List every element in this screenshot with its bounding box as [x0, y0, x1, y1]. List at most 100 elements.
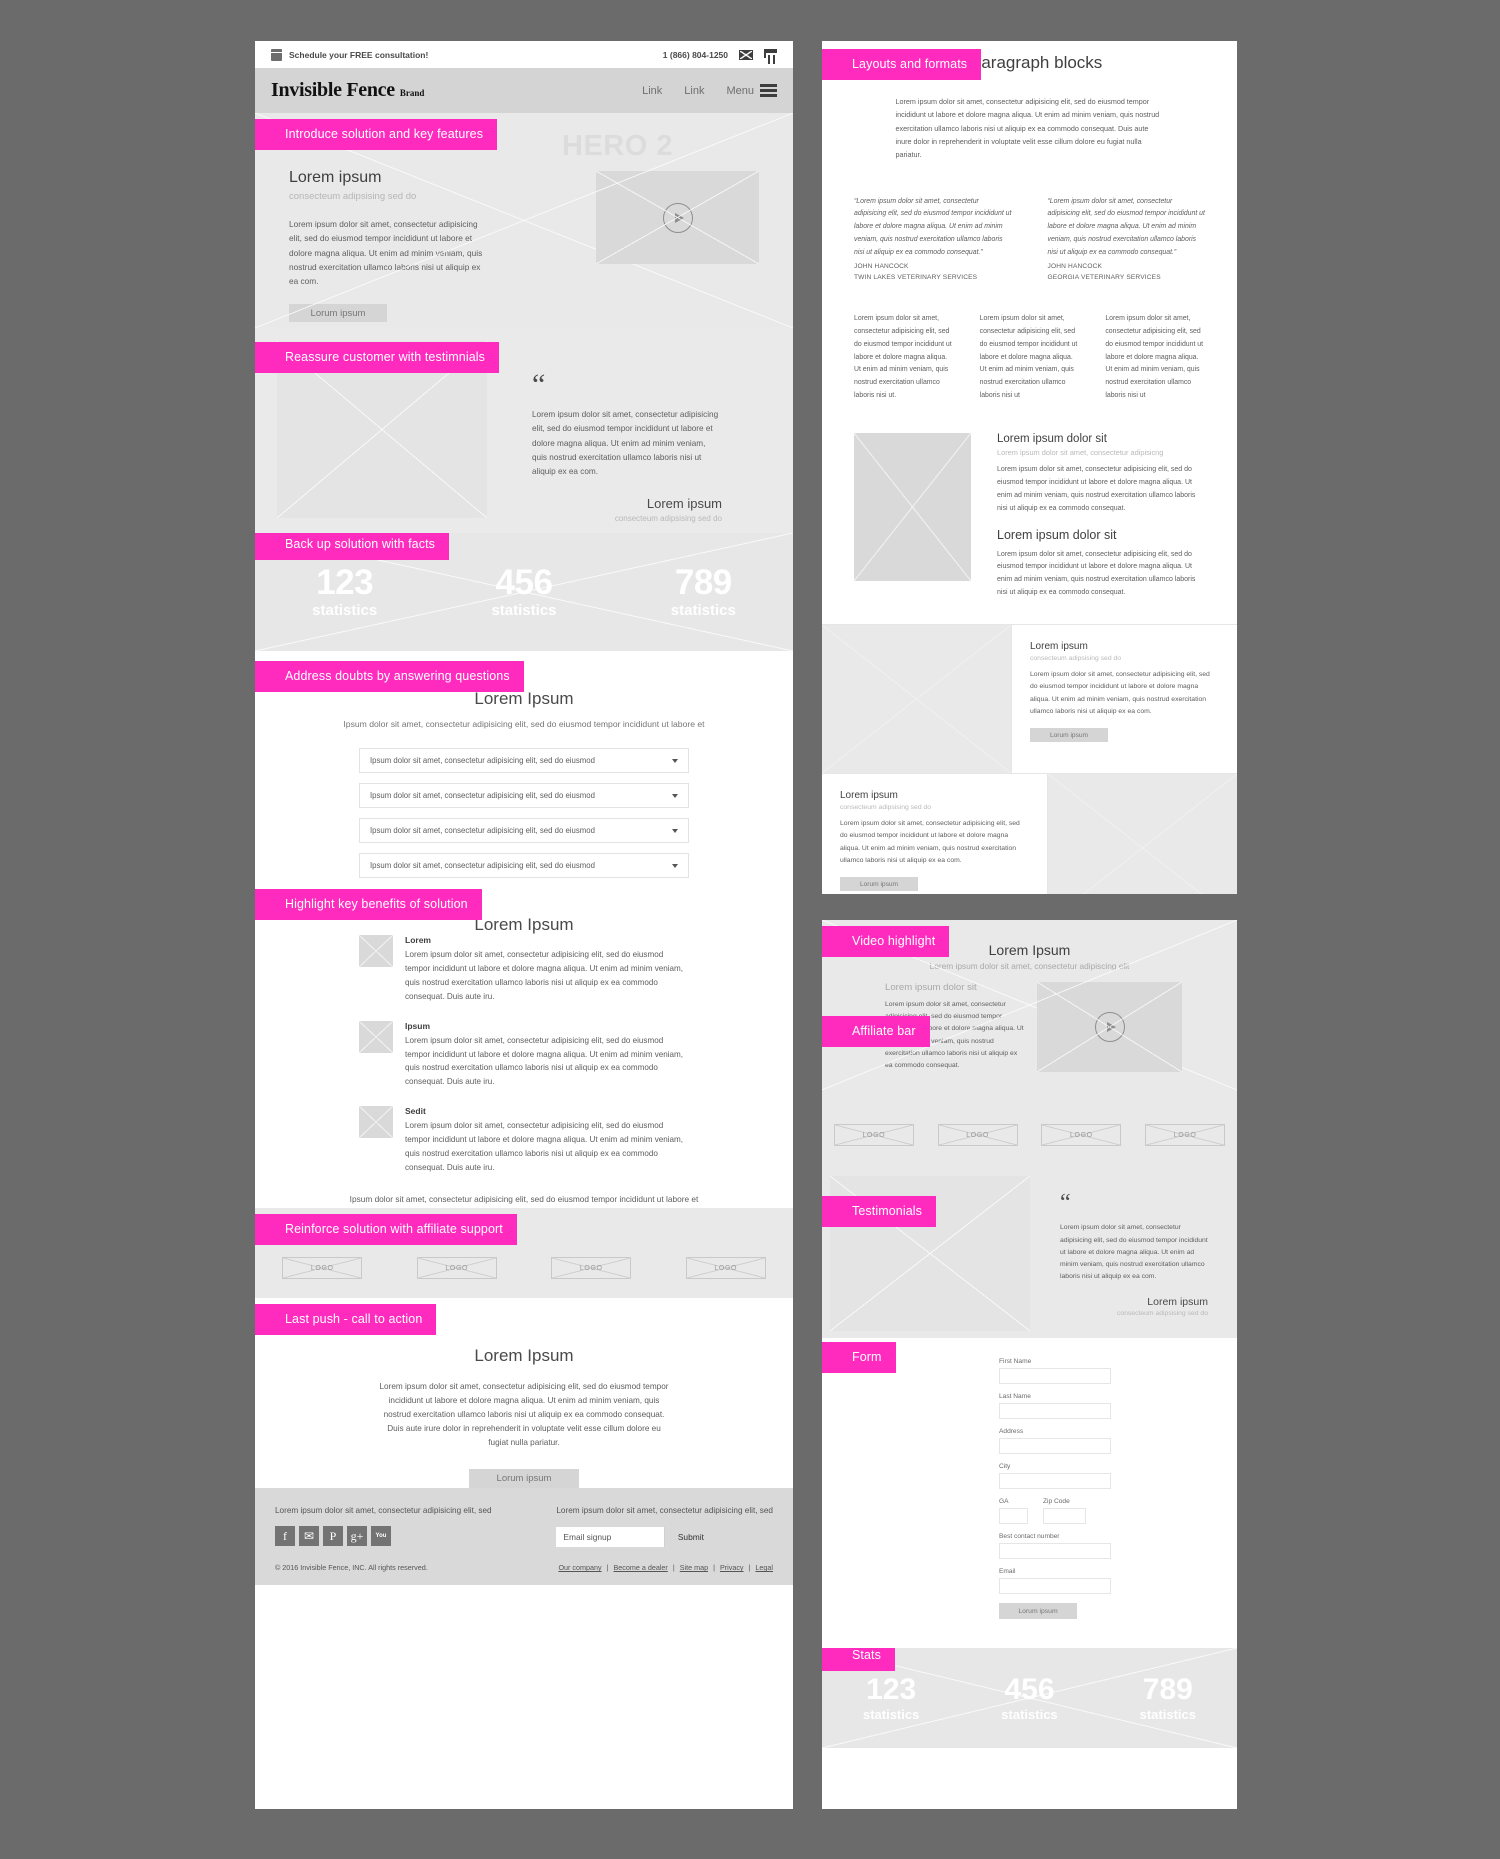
faq-title: Lorem Ipsum: [474, 689, 574, 708]
panel-paragraph-blocks: Layouts and formats Paragraph blocks Lor…: [822, 41, 1237, 894]
mail-icon[interactable]: [739, 49, 753, 60]
benefit-item: Sedit Lorem ipsum dolor sit amet, consec…: [359, 1106, 689, 1175]
footer-links: Our company | Become a dealer | Site map | …: [558, 1563, 773, 1572]
stat-number: 123: [316, 563, 374, 602]
annotation-faq: Address doubts by answering questions: [255, 661, 524, 692]
quote-author: JOHN HANCOCK: [854, 263, 909, 271]
state-input[interactable]: [999, 1508, 1028, 1524]
facebook-icon[interactable]: f: [275, 1526, 295, 1547]
email-input[interactable]: [999, 1578, 1111, 1594]
affiliate-logo[interactable]: LOGO: [937, 1124, 1018, 1146]
quote-mark-icon: “: [1060, 1190, 1071, 1216]
affiliate-logo[interactable]: LOGO: [685, 1257, 766, 1279]
stat-label: statistics: [491, 602, 557, 619]
intro-paragraph: Lorem ipsum dolor sit amet, consectetur …: [895, 97, 1160, 160]
affiliate-logo[interactable]: LOGO: [833, 1124, 914, 1146]
benefit-title: Lorem: [405, 935, 431, 945]
footer-link[interactable]: Legal: [755, 1563, 773, 1572]
quote-text: “Lorem ipsum dolor sit amet, consectetur…: [854, 197, 1012, 256]
email-submit-button[interactable]: Submit: [664, 1527, 717, 1548]
nav-menu-button[interactable]: Menu: [726, 84, 777, 97]
stat-item: 456 statistics: [960, 1674, 1098, 1722]
grid-block-body: Lorem ipsum dolor sit amet, consectetur …: [1030, 671, 1210, 715]
grid-block-body: Lorem ipsum dolor sit amet, consectetur …: [840, 820, 1020, 864]
footer-right-text: Lorem ipsum dolor sit amet, consectetur …: [556, 1506, 773, 1515]
grid-image-placeholder: [1048, 774, 1237, 894]
phone-number[interactable]: 1 (866) 804-1250: [663, 50, 728, 60]
hero-ghost-label: HERO 2: [562, 130, 673, 162]
form-submit-button[interactable]: Lorum ipsum: [999, 1603, 1077, 1619]
nav-link-1[interactable]: Link: [642, 85, 662, 97]
email-signup-input[interactable]: Email signup: [556, 1527, 665, 1548]
cta-section: Last push - call to action Lorem Ipsum L…: [255, 1298, 793, 1489]
googleplus-icon[interactable]: g+: [347, 1526, 367, 1547]
nav-link-2[interactable]: Link: [684, 85, 704, 97]
testimonial-body: Lorem ipsum dolor sit amet, consectetur …: [532, 410, 719, 477]
three-column-text: Lorem ipsum dolor sit amet, consectetur …: [854, 313, 1205, 402]
panel-components: Video highlight Lorem Ipsum Lorem ipsum …: [822, 920, 1237, 1809]
first-name-input[interactable]: [999, 1368, 1111, 1384]
affiliate-logo[interactable]: LOGO: [551, 1257, 632, 1279]
quote-mark-icon: “: [532, 368, 545, 401]
grid-row: Lorem ipsum consecteum adipsising sed do…: [822, 625, 1237, 775]
video-placeholder[interactable]: [1037, 982, 1182, 1072]
faq-accordion-row[interactable]: Ipsum dolor sit amet, consectetur adipis…: [359, 818, 689, 844]
grid-block-button[interactable]: Lorum ipsum: [840, 877, 918, 892]
footer-link[interactable]: Site map: [680, 1563, 708, 1572]
faq-accordion-row[interactable]: Ipsum dolor sit amet, consectetur adipis…: [359, 783, 689, 809]
affiliate-logo[interactable]: LOGO: [1145, 1124, 1226, 1146]
brand-logo[interactable]: Invisible Fence Brand: [271, 79, 424, 102]
site-navbar: Invisible Fence Brand Link Link Menu: [255, 68, 793, 113]
play-button-icon[interactable]: [662, 202, 693, 233]
play-button-icon[interactable]: [1094, 1012, 1125, 1042]
media-subheading: Lorem ipsum dolor sit amet, consectetur …: [997, 447, 1164, 457]
stat-number: 456: [495, 563, 553, 602]
chevron-down-icon: [672, 863, 678, 868]
last-name-input[interactable]: [999, 1403, 1111, 1419]
affiliate-logo[interactable]: LOGO: [282, 1257, 363, 1279]
site-footer: Lorem ipsum dolor sit amet, consectetur …: [255, 1488, 793, 1585]
grid-block-button[interactable]: Lorum ipsum: [1030, 728, 1108, 743]
grid-blocks: Lorem ipsum consecteum adipsising sed do…: [822, 624, 1237, 894]
stat-label: statistics: [862, 1706, 920, 1722]
faq-accordion-row[interactable]: Ipsum dolor sit amet, consectetur adipis…: [359, 853, 689, 879]
media-body-1: Lorem ipsum dolor sit amet, consectetur …: [997, 465, 1196, 512]
annotation-testimonials: Reassure customer with testimnials: [255, 342, 499, 373]
cta-button[interactable]: Lorum ipsum: [469, 1468, 579, 1489]
utility-bar: Schedule your FREE consultation! 1 (866)…: [255, 41, 793, 68]
zip-label: Zip Code: [1043, 1498, 1070, 1505]
hero-body: Lorem ipsum dolor sit amet, consectetur …: [289, 219, 483, 287]
footer-link[interactable]: Privacy: [720, 1563, 744, 1572]
zip-input[interactable]: [1043, 1508, 1086, 1524]
stat-item: 789 statistics: [614, 565, 793, 619]
twitter-icon[interactable]: ✉: [299, 1526, 319, 1547]
address-input[interactable]: [999, 1438, 1111, 1454]
benefit-body: Lorem ipsum dolor sit amet, consectetur …: [405, 950, 684, 1001]
form-section: Form First Name Last Name Address City G…: [822, 1338, 1237, 1648]
grid-text-cell: Lorem ipsum consecteum adipsising sed do…: [822, 774, 1048, 894]
affiliate-logo[interactable]: LOGO: [416, 1257, 497, 1279]
hero-section: Introduce solution and key features HERO…: [255, 113, 793, 328]
phone-input[interactable]: [999, 1543, 1111, 1559]
hero-video-placeholder[interactable]: [596, 171, 759, 264]
quote-pair: “Lorem ipsum dolor sit amet, consectetur…: [854, 196, 1205, 282]
faq-subtitle: Ipsum dolor sit amet, consectetur adipis…: [343, 719, 705, 729]
media-image-placeholder: [854, 432, 971, 581]
testimonial-author: Lorem ipsum: [1147, 1295, 1208, 1308]
affiliate-logo[interactable]: LOGO: [1041, 1124, 1122, 1146]
youtube-icon[interactable]: You: [371, 1526, 391, 1547]
cart-icon[interactable]: [764, 49, 777, 60]
footer-link[interactable]: Our company: [558, 1563, 601, 1572]
affiliate-logo-label: LOGO: [445, 1264, 469, 1272]
annotation-hero: Introduce solution and key features: [255, 119, 498, 150]
city-input[interactable]: [999, 1473, 1111, 1489]
hero-cta-button[interactable]: Lorum ipsum: [289, 304, 387, 323]
footer-link[interactable]: Become a dealer: [613, 1563, 667, 1572]
pinterest-icon[interactable]: P: [323, 1526, 343, 1547]
chevron-down-icon: [672, 828, 678, 833]
faq-accordion-row[interactable]: Ipsum dolor sit amet, consectetur adipis…: [359, 748, 689, 774]
quote-block: “Lorem ipsum dolor sit amet, consectetur…: [854, 196, 1012, 282]
address-label: Address: [999, 1428, 1024, 1435]
stat-number: 789: [674, 563, 732, 602]
cta-body: Lorem ipsum dolor sit amet, consectetur …: [379, 1382, 669, 1448]
